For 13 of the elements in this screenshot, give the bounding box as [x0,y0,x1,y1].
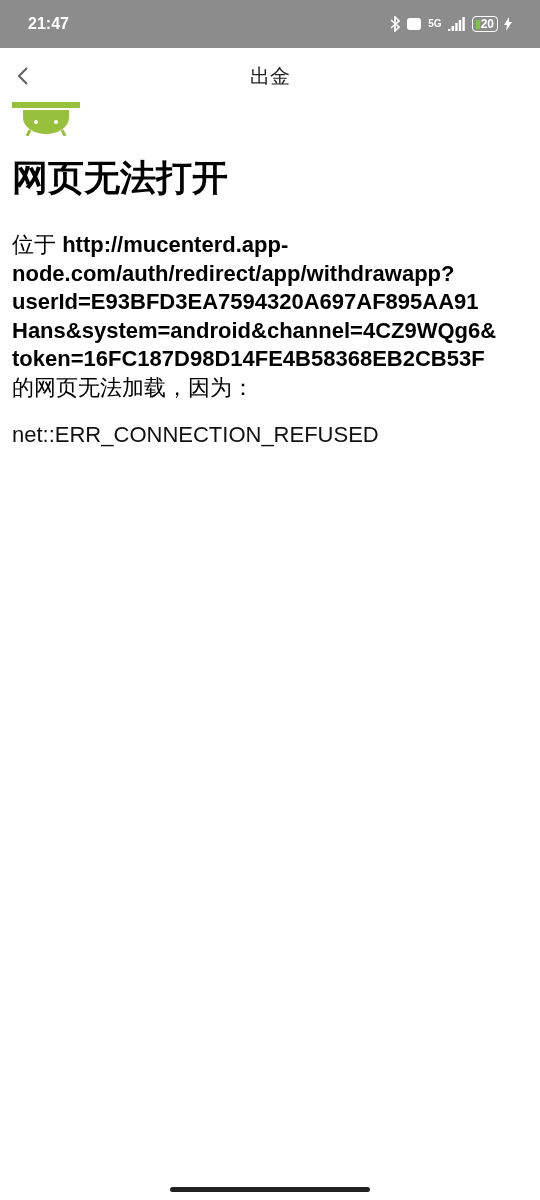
robot-icon [12,102,80,136]
error-heading: 网页无法打开 [12,156,229,200]
back-icon[interactable] [16,66,30,86]
charging-icon [504,17,512,31]
network-label: 5G [428,19,442,29]
bluetooth-icon [390,16,401,32]
page-title: 出金 [250,63,290,89]
error-code: net::ERR_CONNECTION_REFUSED [12,422,380,448]
signal-icon [447,17,466,31]
battery-indicator: 20 [471,16,498,32]
error-message: 位于 http://mucenterd.app- node.com/auth/redirect/app/withdrawapp? userId=E93BFD3EA7594320A697AF895AA91 Hans&system=android&channel=4CZ9WQg6& token=16FC187D98D14FE4B58368EB2CB53F 的网页无法加载，因为： [12,231,498,402]
hd-icon [406,17,423,31]
status-time: 21:47 [28,15,69,33]
